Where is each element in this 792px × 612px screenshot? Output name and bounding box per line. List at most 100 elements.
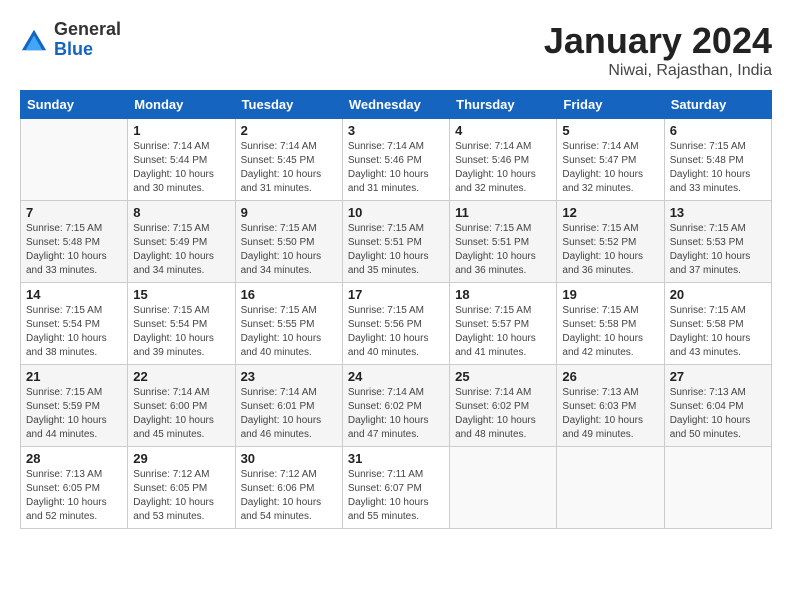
- calendar-cell: 29 Sunrise: 7:12 AM Sunset: 6:05 PM Dayli…: [128, 447, 235, 529]
- day-info: Sunrise: 7:15 AM Sunset: 5:57 PM Dayligh…: [455, 304, 551, 360]
- day-number: 20: [670, 287, 766, 302]
- day-info: Sunrise: 7:15 AM Sunset: 5:48 PM Dayligh…: [670, 140, 766, 196]
- calendar-cell: [664, 447, 771, 529]
- day-info: Sunrise: 7:15 AM Sunset: 5:59 PM Dayligh…: [26, 386, 122, 442]
- day-number: 18: [455, 287, 551, 302]
- day-number: 31: [348, 451, 444, 466]
- day-info: Sunrise: 7:14 AM Sunset: 5:44 PM Dayligh…: [133, 140, 229, 196]
- month-year-title: January 2024: [544, 20, 772, 62]
- calendar-cell: 21 Sunrise: 7:15 AM Sunset: 5:59 PM Dayli…: [21, 365, 128, 447]
- col-header-friday: Friday: [557, 91, 664, 119]
- calendar-cell: 5Sunrise: 7:14 AM Sunset: 5:47 PM Daylig…: [557, 119, 664, 201]
- day-info: Sunrise: 7:15 AM Sunset: 5:58 PM Dayligh…: [670, 304, 766, 360]
- calendar-week-0: 1 Sunrise: 7:14 AM Sunset: 5:44 PM Daylig…: [21, 119, 772, 201]
- day-info: Sunrise: 7:14 AM Sunset: 6:00 PM Dayligh…: [133, 386, 229, 442]
- day-info: Sunrise: 7:14 AM Sunset: 5:46 PM Dayligh…: [455, 140, 551, 196]
- calendar-cell: 17Sunrise: 7:15 AM Sunset: 5:56 PM Dayli…: [342, 283, 449, 365]
- location-label: Niwai, Rajasthan, India: [544, 62, 772, 80]
- day-number: 25: [455, 369, 551, 384]
- day-info: Sunrise: 7:15 AM Sunset: 5:58 PM Dayligh…: [562, 304, 658, 360]
- calendar-title-section: January 2024 Niwai, Rajasthan, India: [544, 20, 772, 80]
- calendar-cell: 22 Sunrise: 7:14 AM Sunset: 6:00 PM Dayli…: [128, 365, 235, 447]
- day-info: Sunrise: 7:15 AM Sunset: 5:53 PM Dayligh…: [670, 222, 766, 278]
- page-header: General Blue January 2024 Niwai, Rajasth…: [20, 20, 772, 80]
- day-info: Sunrise: 7:15 AM Sunset: 5:51 PM Dayligh…: [455, 222, 551, 278]
- calendar-week-3: 21 Sunrise: 7:15 AM Sunset: 5:59 PM Dayli…: [21, 365, 772, 447]
- col-header-saturday: Saturday: [664, 91, 771, 119]
- day-info: Sunrise: 7:13 AM Sunset: 6:04 PM Dayligh…: [670, 386, 766, 442]
- day-number: 5: [562, 123, 658, 138]
- calendar-week-2: 14Sunrise: 7:15 AM Sunset: 5:54 PM Dayli…: [21, 283, 772, 365]
- calendar-cell: 25 Sunrise: 7:14 AM Sunset: 6:02 PM Dayli…: [450, 365, 557, 447]
- logo-general-text: General: [54, 20, 121, 40]
- calendar-cell: [557, 447, 664, 529]
- calendar-cell: 30 Sunrise: 7:12 AM Sunset: 6:06 PM Dayli…: [235, 447, 342, 529]
- day-number: 7: [26, 205, 122, 220]
- day-info: Sunrise: 7:15 AM Sunset: 5:54 PM Dayligh…: [133, 304, 229, 360]
- day-number: 12: [562, 205, 658, 220]
- day-info: Sunrise: 7:15 AM Sunset: 5:51 PM Dayligh…: [348, 222, 444, 278]
- calendar-cell: 15 Sunrise: 7:15 AM Sunset: 5:54 PM Dayli…: [128, 283, 235, 365]
- day-number: 30: [241, 451, 337, 466]
- day-number: 26: [562, 369, 658, 384]
- col-header-sunday: Sunday: [21, 91, 128, 119]
- col-header-monday: Monday: [128, 91, 235, 119]
- col-header-wednesday: Wednesday: [342, 91, 449, 119]
- day-number: 17: [348, 287, 444, 302]
- day-number: 1: [133, 123, 229, 138]
- calendar-cell: [21, 119, 128, 201]
- day-info: Sunrise: 7:12 AM Sunset: 6:06 PM Dayligh…: [241, 468, 337, 524]
- calendar-cell: 24 Sunrise: 7:14 AM Sunset: 6:02 PM Dayli…: [342, 365, 449, 447]
- day-number: 4: [455, 123, 551, 138]
- day-info: Sunrise: 7:15 AM Sunset: 5:49 PM Dayligh…: [133, 222, 229, 278]
- day-info: Sunrise: 7:12 AM Sunset: 6:05 PM Dayligh…: [133, 468, 229, 524]
- day-number: 22: [133, 369, 229, 384]
- calendar-cell: 2Sunrise: 7:14 AM Sunset: 5:45 PM Daylig…: [235, 119, 342, 201]
- calendar-cell: 19 Sunrise: 7:15 AM Sunset: 5:58 PM Dayli…: [557, 283, 664, 365]
- day-info: Sunrise: 7:14 AM Sunset: 5:45 PM Dayligh…: [241, 140, 337, 196]
- col-header-thursday: Thursday: [450, 91, 557, 119]
- calendar-cell: 26 Sunrise: 7:13 AM Sunset: 6:03 PM Dayli…: [557, 365, 664, 447]
- logo-blue-text: Blue: [54, 40, 121, 60]
- day-number: 3: [348, 123, 444, 138]
- calendar-cell: 31 Sunrise: 7:11 AM Sunset: 6:07 PM Dayli…: [342, 447, 449, 529]
- day-number: 19: [562, 287, 658, 302]
- calendar-cell: 28 Sunrise: 7:13 AM Sunset: 6:05 PM Dayli…: [21, 447, 128, 529]
- day-number: 15: [133, 287, 229, 302]
- day-info: Sunrise: 7:14 AM Sunset: 6:02 PM Dayligh…: [348, 386, 444, 442]
- calendar-cell: 11Sunrise: 7:15 AM Sunset: 5:51 PM Dayli…: [450, 201, 557, 283]
- day-info: Sunrise: 7:11 AM Sunset: 6:07 PM Dayligh…: [348, 468, 444, 524]
- calendar-cell: 16 Sunrise: 7:15 AM Sunset: 5:55 PM Dayli…: [235, 283, 342, 365]
- day-number: 16: [241, 287, 337, 302]
- day-number: 24: [348, 369, 444, 384]
- calendar-cell: 12Sunrise: 7:15 AM Sunset: 5:52 PM Dayli…: [557, 201, 664, 283]
- day-info: Sunrise: 7:13 AM Sunset: 6:03 PM Dayligh…: [562, 386, 658, 442]
- calendar-cell: 18 Sunrise: 7:15 AM Sunset: 5:57 PM Dayli…: [450, 283, 557, 365]
- day-number: 10: [348, 205, 444, 220]
- calendar-cell: 27Sunrise: 7:13 AM Sunset: 6:04 PM Dayli…: [664, 365, 771, 447]
- calendar-cell: 13Sunrise: 7:15 AM Sunset: 5:53 PM Dayli…: [664, 201, 771, 283]
- day-number: 29: [133, 451, 229, 466]
- calendar-header-row: SundayMondayTuesdayWednesdayThursdayFrid…: [21, 91, 772, 119]
- calendar-cell: 9Sunrise: 7:15 AM Sunset: 5:50 PM Daylig…: [235, 201, 342, 283]
- calendar-cell: 4 Sunrise: 7:14 AM Sunset: 5:46 PM Daylig…: [450, 119, 557, 201]
- logo-icon: [20, 26, 48, 54]
- col-header-tuesday: Tuesday: [235, 91, 342, 119]
- calendar-cell: 14Sunrise: 7:15 AM Sunset: 5:54 PM Dayli…: [21, 283, 128, 365]
- day-info: Sunrise: 7:15 AM Sunset: 5:54 PM Dayligh…: [26, 304, 122, 360]
- day-info: Sunrise: 7:14 AM Sunset: 6:01 PM Dayligh…: [241, 386, 337, 442]
- calendar-week-4: 28 Sunrise: 7:13 AM Sunset: 6:05 PM Dayli…: [21, 447, 772, 529]
- day-info: Sunrise: 7:15 AM Sunset: 5:48 PM Dayligh…: [26, 222, 122, 278]
- logo: General Blue: [20, 20, 121, 60]
- calendar-cell: 10 Sunrise: 7:15 AM Sunset: 5:51 PM Dayli…: [342, 201, 449, 283]
- calendar-cell: 1 Sunrise: 7:14 AM Sunset: 5:44 PM Daylig…: [128, 119, 235, 201]
- day-info: Sunrise: 7:14 AM Sunset: 6:02 PM Dayligh…: [455, 386, 551, 442]
- day-number: 28: [26, 451, 122, 466]
- day-number: 8: [133, 205, 229, 220]
- day-number: 21: [26, 369, 122, 384]
- day-info: Sunrise: 7:15 AM Sunset: 5:55 PM Dayligh…: [241, 304, 337, 360]
- calendar-cell: 6Sunrise: 7:15 AM Sunset: 5:48 PM Daylig…: [664, 119, 771, 201]
- calendar-cell: 7 Sunrise: 7:15 AM Sunset: 5:48 PM Daylig…: [21, 201, 128, 283]
- day-info: Sunrise: 7:13 AM Sunset: 6:05 PM Dayligh…: [26, 468, 122, 524]
- calendar-cell: 3Sunrise: 7:14 AM Sunset: 5:46 PM Daylig…: [342, 119, 449, 201]
